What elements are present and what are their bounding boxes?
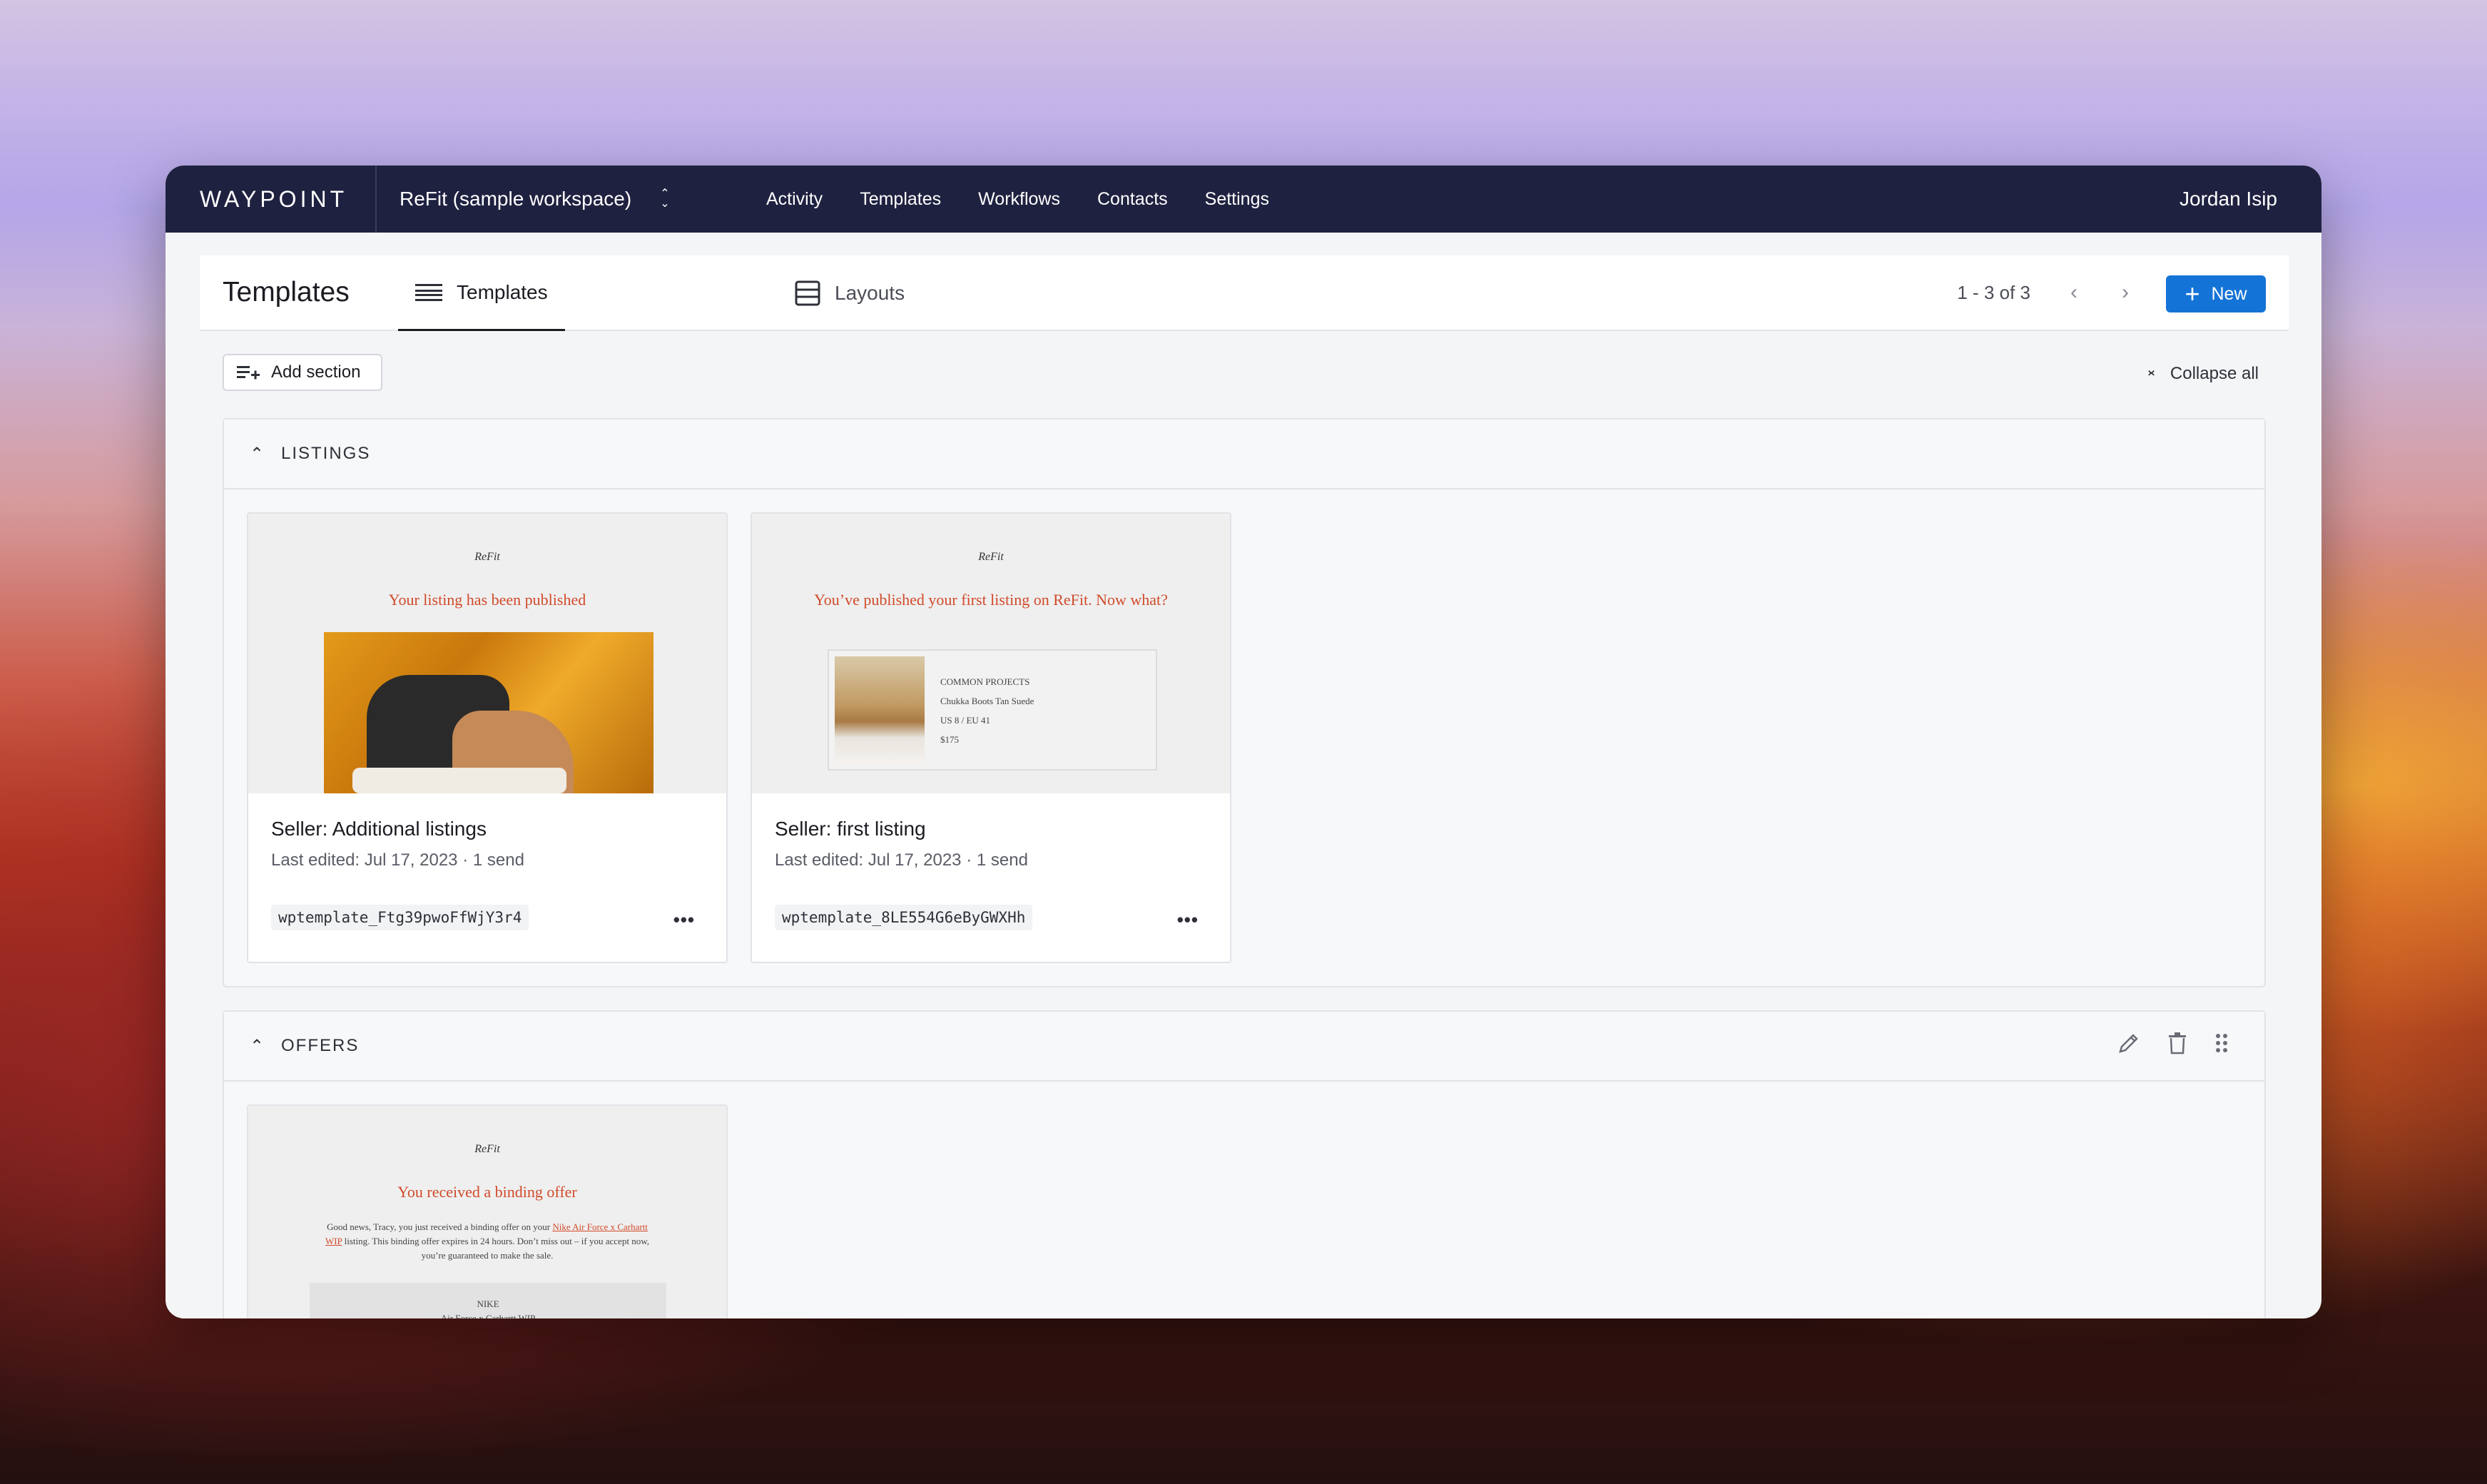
preview-heading: Your listing has been published (388, 591, 586, 609)
chevron-up-down-icon: ⌃ ⌄ (660, 188, 670, 210)
card-meta: Last edited: Jul 17, 2023 · 1 send (271, 850, 524, 870)
card-title: Seller: first listing (775, 818, 926, 840)
preview-heading: You received a binding offer (397, 1183, 577, 1201)
section-listings: ⌃ LISTINGS ReFit Your listing has been p… (223, 418, 2266, 987)
page-title: Templates (223, 277, 350, 308)
collapse-all-button[interactable]: ⌄ ⌃ Collapse all (2145, 362, 2259, 386)
preview-price: $175 (940, 734, 959, 745)
template-preview: ReFit You’ve published your first listin… (752, 514, 1230, 793)
chevron-left-icon[interactable]: ‹ (2070, 280, 2077, 305)
preview-product-name: Chukka Boots Tan Suede (940, 696, 1034, 706)
preview-offer-box: NIKE Air Force x Carhartt WIP (310, 1283, 666, 1318)
preview-boot-image (835, 656, 925, 765)
tab-layouts-label: Layouts (835, 282, 905, 304)
preview-heading: You’ve published your first listing on R… (814, 591, 1168, 609)
preview-size: US 8 / EU 41 (940, 715, 991, 726)
chevron-right-icon[interactable]: › (2122, 280, 2129, 305)
template-id: wptemplate_Ftg39pwoFfWjY3r4 (271, 905, 529, 930)
new-button-label: New (2211, 283, 2247, 304)
template-card[interactable]: ReFit You received a binding offer Good … (247, 1104, 728, 1318)
preview-body: Good news, Tracy, you just received a bi… (320, 1220, 655, 1263)
nav-item-settings[interactable]: Settings (1205, 189, 1269, 210)
tab-templates-label: Templates (457, 280, 548, 303)
chevron-up-icon[interactable]: ⌃ (250, 444, 264, 464)
topbar-divider (375, 166, 377, 233)
more-options-icon[interactable]: ••• (673, 909, 695, 931)
preview-product-info: COMMON PROJECTS Chukka Boots Tan Suede U… (940, 672, 1034, 749)
layout-icon (795, 280, 820, 306)
plus-icon: + (2185, 279, 2200, 308)
new-template-button[interactable]: + New (2166, 275, 2266, 312)
add-section-button[interactable]: Add section (223, 354, 382, 391)
main-nav: Activity Templates Workflows Contacts Se… (766, 189, 1306, 210)
page-header: Templates Templates Layouts 1 - 3 of 3 ‹… (200, 255, 2289, 331)
section-title: OFFERS (281, 1036, 360, 1055)
preview-body-text: listing. This binding offer expires in 2… (342, 1236, 649, 1261)
preview-brand: NIKE (477, 1298, 499, 1309)
workspace-name: ReFit (sample workspace) (400, 188, 632, 210)
template-preview: ReFit Your listing has been published (248, 514, 726, 793)
app-logo[interactable]: WAYPOINT (200, 186, 347, 213)
collapse-all-label: Collapse all (2170, 364, 2259, 383)
preview-sneaker-image (324, 632, 653, 793)
preview-logo: ReFit (474, 551, 500, 563)
nav-item-templates[interactable]: Templates (860, 189, 941, 210)
list-icon (415, 283, 442, 302)
user-menu[interactable]: Jordan Isip (2180, 188, 2277, 210)
preview-product-name: Air Force x Carhartt WIP (440, 1313, 536, 1318)
nav-item-contacts[interactable]: Contacts (1097, 189, 1168, 210)
card-title: Seller: Additional listings (271, 818, 487, 840)
section-title: LISTINGS (281, 444, 371, 463)
content-panel: Templates Templates Layouts 1 - 3 of 3 ‹… (200, 255, 2289, 1318)
collapse-icon: ⌄ ⌃ (2145, 362, 2157, 386)
preview-product-box: COMMON PROJECTS Chukka Boots Tan Suede U… (828, 649, 1157, 771)
templates-list: Add section ⌄ ⌃ Collapse all ⌃ LISTINGS R… (200, 331, 2289, 1318)
add-list-icon (237, 364, 260, 381)
template-preview: ReFit You received a binding offer Good … (248, 1106, 726, 1318)
pagination-count: 1 - 3 of 3 (1957, 281, 2030, 303)
template-id: wptemplate_8LE554G6eByGWXHh (775, 905, 1033, 930)
pencil-icon[interactable] (2117, 1032, 2140, 1060)
tab-layouts[interactable]: Layouts (795, 255, 905, 331)
nav-item-activity[interactable]: Activity (766, 189, 823, 210)
tab-templates[interactable]: Templates (398, 255, 565, 331)
section-offers: ⌃ OFFERS ReFit You received a binding of… (223, 1010, 2266, 1318)
more-options-icon[interactable]: ••• (1177, 909, 1199, 931)
section-tools (2117, 1032, 2229, 1060)
add-section-label: Add section (271, 362, 361, 382)
top-navigation-bar: WAYPOINT ReFit (sample workspace) ⌃ ⌄ Act… (166, 166, 2321, 233)
trash-icon[interactable] (2167, 1032, 2187, 1060)
template-card[interactable]: ReFit You’ve published your first listin… (751, 512, 1231, 963)
card-meta: Last edited: Jul 17, 2023 · 1 send (775, 850, 1028, 870)
chevron-up-icon[interactable]: ⌃ (250, 1036, 264, 1057)
preview-logo: ReFit (474, 1143, 500, 1155)
workspace-switcher[interactable]: ReFit (sample workspace) ⌃ ⌄ (400, 188, 670, 210)
nav-item-workflows[interactable]: Workflows (978, 189, 1060, 210)
drag-handle-icon[interactable] (2214, 1032, 2229, 1059)
template-card[interactable]: ReFit Your listing has been published Se… (247, 512, 728, 963)
section-header[interactable]: ⌃ LISTINGS (224, 420, 2264, 489)
preview-body-text: Good news, Tracy, you just received a bi… (327, 1221, 553, 1232)
preview-logo: ReFit (978, 551, 1004, 563)
section-header[interactable]: ⌃ OFFERS (224, 1012, 2264, 1082)
preview-brand: COMMON PROJECTS (940, 676, 1030, 687)
app-window: WAYPOINT ReFit (sample workspace) ⌃ ⌄ Act… (166, 166, 2321, 1318)
